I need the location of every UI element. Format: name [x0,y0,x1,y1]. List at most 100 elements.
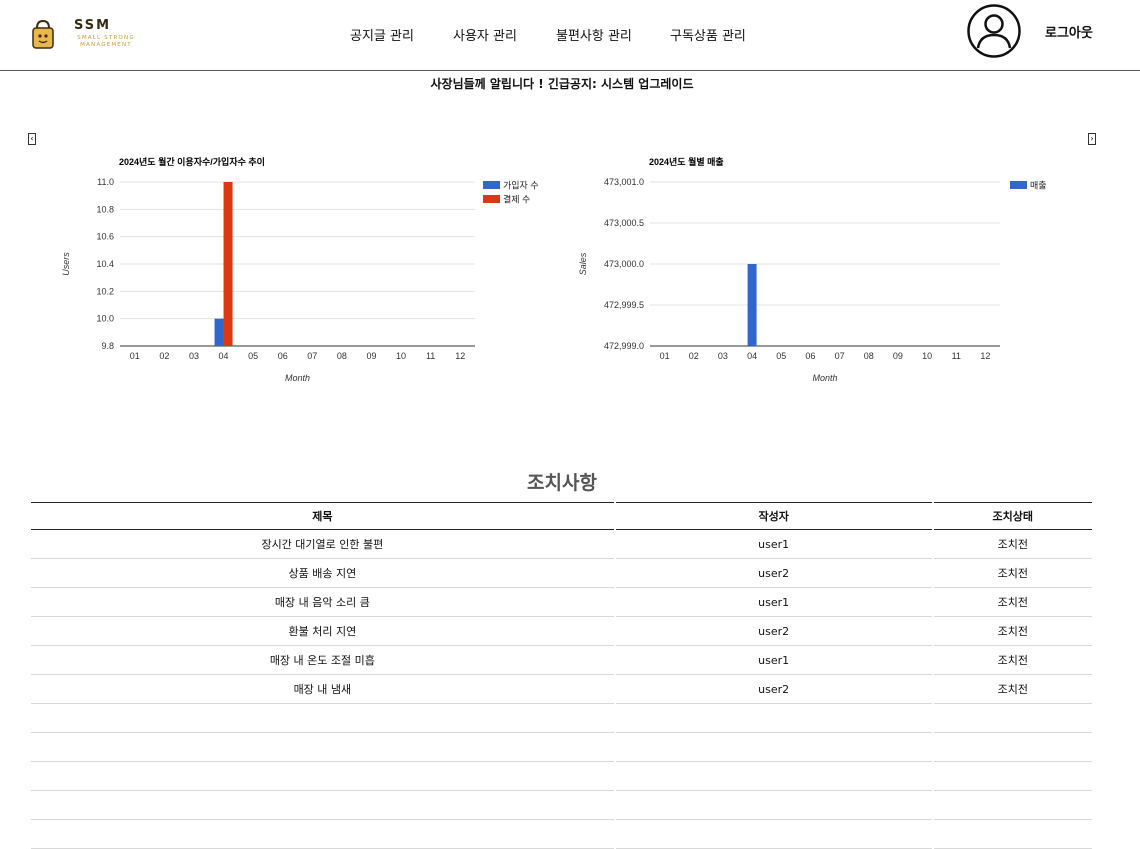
x-tick-label: 12 [980,351,990,361]
legend-label: 매출 [1030,181,1047,191]
cell-status: 조치전 [933,617,1092,646]
cell-title: 상품 배송 지연 [31,559,614,588]
x-tick-label: 09 [366,351,376,361]
carousel-next-button[interactable]: › [1088,133,1096,145]
action-items-title: 조치사항 [527,472,597,494]
y-tick-label: 473,000.5 [604,218,644,228]
nav-complaint-management[interactable]: 불편사항 관리 [556,25,632,44]
cell-title: 환불 처리 지연 [31,617,614,646]
cell-author: user1 [615,530,932,559]
table-row[interactable]: 상품 배송 지연 user2 조치전 [31,559,1092,588]
y-tick-label: 473,001.0 [604,177,644,187]
user-avatar-icon[interactable] [967,4,1021,58]
y-tick-label: 11.0 [97,177,114,187]
table-header-row: 제목 작성자 조치상태 [31,502,1092,530]
x-tick-label: 02 [689,351,699,361]
column-header-author: 작성자 [615,502,932,530]
x-tick-label: 03 [189,351,199,361]
y-axis-title: Sales [578,252,588,275]
x-tick-label: 05 [248,351,258,361]
chart-title: 2024년도 월간 이용자수/가입자수 추이 [119,156,265,167]
x-tick-label: 07 [307,351,317,361]
x-tick-label: 05 [776,351,786,361]
y-tick-label: 10.2 [96,286,114,296]
cell-status: 조치전 [933,675,1092,704]
nav-notice-management[interactable]: 공지글 관리 [350,25,414,44]
x-tick-label: 10 [922,351,932,361]
legend-swatch [1010,181,1027,189]
x-axis-title: Month [812,373,837,383]
x-tick-label: 08 [337,351,347,361]
x-tick-label: 08 [864,351,874,361]
y-tick-label: 9.8 [101,341,114,351]
y-tick-label: 472,999.5 [604,300,644,310]
bar-매출 [747,264,757,346]
cell-status: 조치전 [933,588,1092,617]
legend-label: 가입자 수 [503,180,539,191]
logo-title: SSM [74,18,112,33]
y-tick-label: 472,999.0 [604,341,644,351]
legend-swatch [483,181,500,189]
empty-table-row [31,704,1092,733]
cell-status: 조치전 [933,559,1092,588]
y-axis-title: Users [61,252,71,276]
cell-title: 장시간 대기열로 인한 불편 [31,530,614,559]
action-items-table: 제목 작성자 조치상태 장시간 대기열로 인한 불편 user1 조치전 상품 … [29,502,1094,849]
table-row[interactable]: 매장 내 온도 조절 미흡 user1 조치전 [31,646,1092,675]
cell-author: user2 [615,559,932,588]
table-row[interactable]: 환불 처리 지연 user2 조치전 [31,617,1092,646]
urgent-notice-banner[interactable]: 사장님들께 알립니다 ! 긴급공지: 시스템 업그레이드 [0,75,1124,92]
empty-table-row [31,791,1092,820]
legend-swatch [483,195,500,203]
y-tick-label: 473,000.0 [604,259,644,269]
x-tick-label: 10 [396,351,406,361]
y-tick-label: 10.0 [96,314,114,324]
x-tick-label: 09 [893,351,903,361]
y-tick-label: 10.4 [96,259,114,269]
x-tick-label: 06 [278,351,288,361]
nav-subscription-management[interactable]: 구독상품 관리 [670,25,746,44]
x-tick-label: 04 [219,351,229,361]
legend-label: 결제 수 [503,195,530,205]
monthly-users-chart: 2024년도 월간 이용자수/가입자수 추이 11.0 10.8 10.6 10.4 10… [61,156,539,383]
x-tick-label: 03 [718,351,728,361]
top-header: SSM SMALL STRONG MANAGEMENT 공지글 관리 사용자 관… [0,0,1140,71]
cell-author: user1 [615,646,932,675]
cell-status: 조치전 [933,646,1092,675]
empty-table-row [31,733,1092,762]
ssm-logo[interactable]: SSM SMALL STRONG MANAGEMENT [30,18,140,54]
x-axis-title: Month [285,373,310,383]
x-tick-label: 02 [159,351,169,361]
x-tick-label: 11 [426,351,435,361]
chart-title: 2024년도 월별 매출 [649,156,724,167]
x-tick-label: 01 [130,351,140,361]
cell-author: user2 [615,675,932,704]
cell-author: user1 [615,588,932,617]
x-tick-label: 12 [455,351,465,361]
cell-status: 조치전 [933,530,1092,559]
empty-table-row [31,762,1092,791]
bar-가입자-수 [214,318,224,346]
table-row[interactable]: 장시간 대기열로 인한 불편 user1 조치전 [31,530,1092,559]
x-tick-label: 06 [805,351,815,361]
logo-subtitle: SMALL STRONG MANAGEMENT [77,35,135,48]
table-row[interactable]: 매장 내 냄새 user2 조치전 [31,675,1092,704]
shopping-bag-logo-icon [32,20,54,49]
empty-table-row [31,820,1092,849]
cell-title: 매장 내 음악 소리 큼 [31,588,614,617]
cell-title: 매장 내 냄새 [31,675,614,704]
cell-author: user2 [615,617,932,646]
nav-user-management[interactable]: 사용자 관리 [453,25,517,44]
column-header-title: 제목 [31,502,614,530]
x-tick-label: 01 [660,351,670,361]
table-row[interactable]: 매장 내 음악 소리 큼 user1 조치전 [31,588,1092,617]
x-tick-label: 07 [835,351,845,361]
x-tick-label: 11 [952,351,961,361]
column-header-status: 조치상태 [933,502,1092,530]
cell-title: 매장 내 온도 조절 미흡 [31,646,614,675]
carousel-prev-button[interactable]: ‹ [28,133,36,145]
monthly-sales-chart: 2024년도 월별 매출 473,001.0 473,000.5 473,000.0 4… [578,156,1047,383]
y-tick-label: 10.6 [96,232,114,242]
bar-결제-수 [223,182,233,346]
logout-button[interactable]: 로그아웃 [1045,22,1093,41]
